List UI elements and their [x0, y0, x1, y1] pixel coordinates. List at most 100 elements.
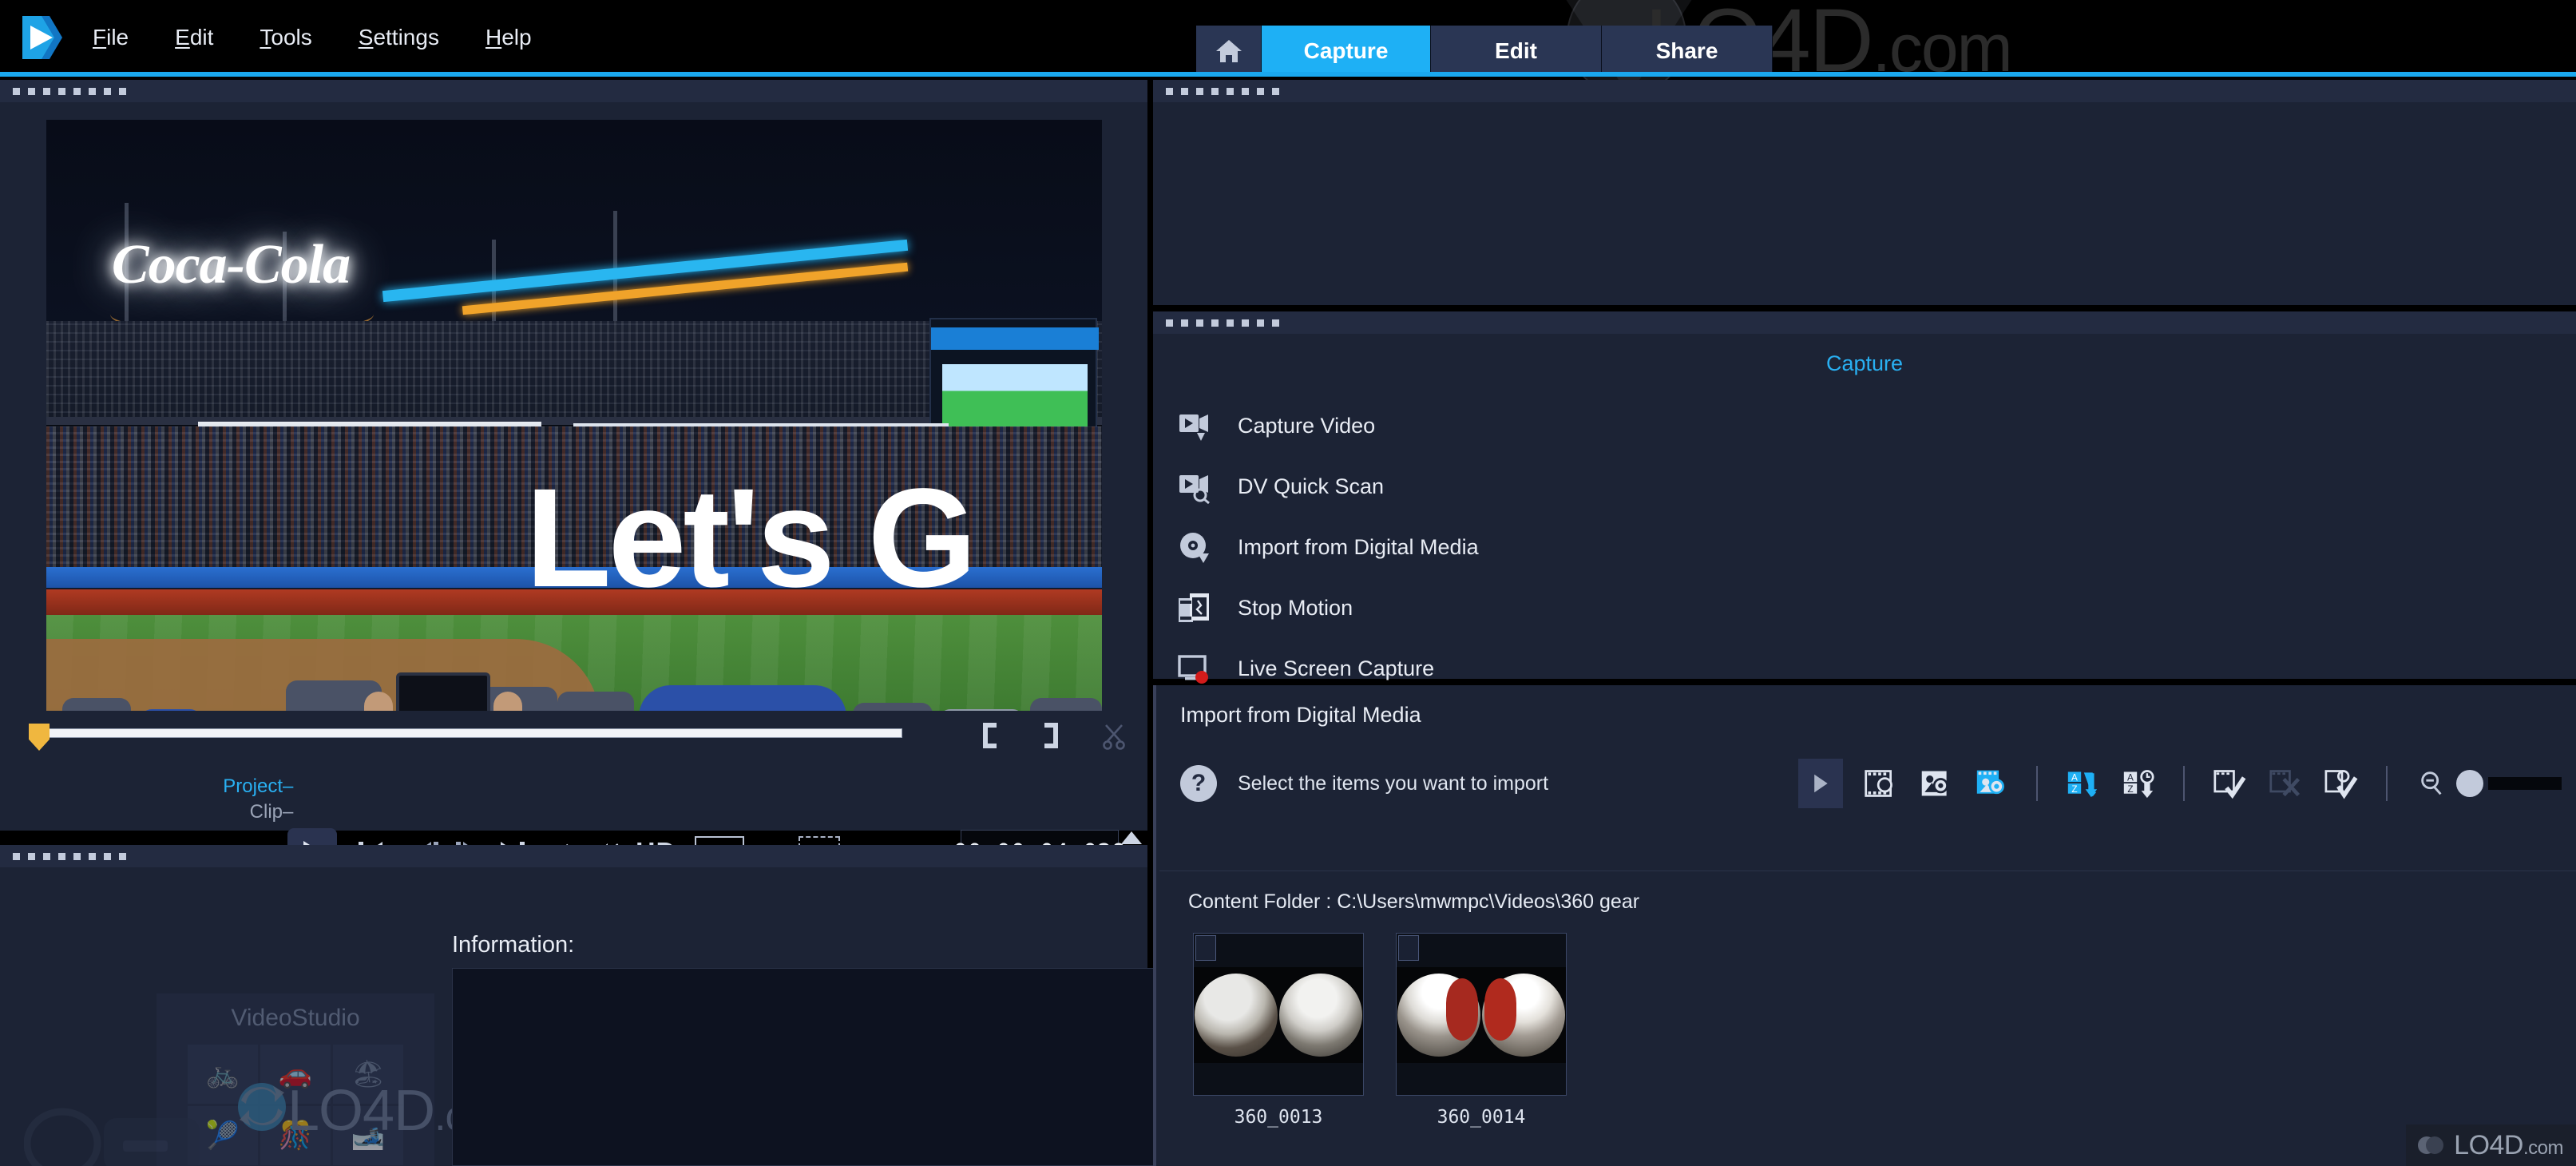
preview-scrubber[interactable]	[18, 723, 1187, 751]
library-preview-grip[interactable]	[1153, 80, 2576, 102]
menu-item-settings-rest: ettings	[373, 25, 439, 50]
thumbnail-360-0013[interactable]	[1193, 933, 1364, 1096]
thumbnail-360-0014[interactable]	[1396, 933, 1567, 1096]
playback-mode-clip[interactable]: Clip–	[250, 799, 294, 825]
fisheye-right	[1278, 967, 1363, 1063]
project-dash: –	[283, 775, 294, 797]
menu-item-tools[interactable]: Tools	[255, 23, 316, 52]
filter-videos-button[interactable]	[1861, 766, 1899, 801]
tab-edit[interactable]: Edit	[1431, 26, 1602, 77]
fan-silhouette	[62, 698, 131, 711]
zoom-slider[interactable]	[2413, 766, 2562, 801]
capture-option-stop-motion[interactable]: Stop Motion	[1153, 577, 2576, 638]
playback-mode-project-label: Project	[223, 775, 283, 797]
videostudio-logo-icon[interactable]	[18, 13, 67, 62]
stop-motion-icon	[1177, 590, 1212, 625]
scoreboard-banner	[931, 327, 1099, 350]
menu-item-file-rest: ile	[106, 25, 129, 50]
capture-option-dv-quick-scan[interactable]: DV Quick Scan	[1153, 456, 2576, 517]
import-digital-media-icon	[1177, 529, 1212, 565]
photo-filter-icon	[1921, 771, 1948, 796]
fan-silhouette	[557, 692, 634, 711]
thumbnail-image	[1397, 967, 1566, 1063]
tab-capture[interactable]: Capture	[1262, 26, 1431, 77]
import-panel-title: Import from Digital Media	[1180, 703, 1421, 727]
menu-bar: File Edit Tools Settings Help	[88, 22, 537, 54]
sort-az-date-icon: A Z	[2123, 770, 2154, 799]
select-all-icon	[2213, 770, 2246, 799]
play-icon	[1814, 774, 1828, 793]
zoom-out-icon[interactable]	[2413, 766, 2451, 801]
import-from-digital-media-panel: Import from Digital Media ? Select the i…	[1153, 685, 2576, 1166]
fan-silhouette	[141, 709, 201, 711]
sort-by-date-button[interactable]: A Z	[2119, 766, 2158, 801]
svg-text:A: A	[2071, 771, 2078, 783]
toolbar-separator	[2036, 766, 2038, 801]
information-panel-grip[interactable]	[0, 845, 1147, 867]
capture-option-label: Stop Motion	[1238, 595, 1353, 620]
playback-mode-selector[interactable]: Project– Clip–	[206, 768, 294, 831]
menu-item-edit[interactable]: Edit	[170, 23, 218, 52]
content-folder-label: Content Folder : C:\Users\mwmpc\Videos\3…	[1188, 890, 1640, 913]
video-filter-icon	[1865, 770, 1892, 797]
scoreboard	[929, 318, 1099, 438]
home-icon	[1215, 38, 1243, 65]
fisheye-left	[1397, 967, 1481, 1063]
information-value-box[interactable]	[452, 968, 1159, 1166]
play-preview-button[interactable]	[1798, 759, 1843, 808]
stepper-up-icon[interactable]	[1121, 831, 1142, 844]
sort-by-name-button[interactable]: A Z	[2063, 766, 2102, 801]
capture-option-capture-video[interactable]: Capture Video	[1153, 395, 2576, 456]
capture-option-import-digital-media[interactable]: Import from Digital Media	[1153, 517, 2576, 577]
menu-item-settings[interactable]: Settings	[354, 23, 444, 52]
invert-selection-icon	[2324, 770, 2358, 799]
scrubber-track[interactable]	[30, 728, 902, 738]
clip-dash: –	[283, 801, 294, 823]
application-window: LO4D.com File Edit Tools Settings Help	[0, 0, 2576, 1166]
thumbnail-caption: 360_0013	[1234, 1107, 1323, 1128]
split-clip-icon[interactable]	[1100, 720, 1127, 751]
capture-option-label: Live Screen Capture	[1238, 656, 1435, 680]
watermark-badge-suffix: .com	[2522, 1136, 2564, 1159]
mark-out-icon[interactable]	[1038, 720, 1065, 751]
tab-edit-label: Edit	[1495, 38, 1537, 63]
menu-item-file[interactable]: File	[88, 23, 133, 52]
information-label: Information:	[452, 932, 575, 958]
fan-silhouette	[639, 685, 846, 711]
capture-options-panel: Capture Capture Video DV Quick Scan Impo…	[1153, 311, 2576, 684]
capture-options-grip[interactable]	[1153, 311, 2576, 334]
thumbnail-item[interactable]: 360_0014	[1396, 933, 1567, 1128]
tab-home[interactable]	[1196, 26, 1262, 77]
mark-in-icon[interactable]	[976, 720, 1003, 751]
playback-mode-project[interactable]: Project–	[223, 774, 294, 799]
preview-panel-grip[interactable]	[0, 80, 1147, 102]
zoom-slider-handle[interactable]	[2456, 770, 2483, 797]
menu-item-edit-rest: dit	[189, 25, 214, 50]
watermark-middle-text: LO4D	[287, 1079, 435, 1143]
accent-divider	[0, 72, 2576, 77]
thumbnail-checkbox[interactable]	[1398, 935, 1419, 961]
filter-photos-button[interactable]	[1916, 766, 1955, 801]
deselect-all-button[interactable]	[2266, 766, 2305, 801]
watermark-badge-main: LO4D	[2454, 1129, 2523, 1160]
watermark-badge-text: LO4D.com	[2454, 1130, 2563, 1161]
menu-item-help[interactable]: Help	[481, 23, 537, 52]
tab-share[interactable]: Share	[1602, 26, 1773, 77]
menu-item-tools-rest: ools	[271, 25, 312, 50]
select-all-button[interactable]	[2210, 766, 2249, 801]
thumbnail-item[interactable]: 360_0013	[1193, 933, 1364, 1128]
question-mark-icon[interactable]: ?	[1180, 765, 1217, 802]
filter-all-media-button[interactable]	[1972, 766, 2011, 801]
video-preview[interactable]: Coca-Cola PRO PLAYER HOSPITAL FOR SPECIA…	[46, 120, 1102, 711]
title-overlay-text: Let's G	[525, 460, 977, 617]
import-toolbar: ? Select the items you want to import A …	[1156, 745, 2576, 822]
scrubber-handle[interactable]	[29, 724, 50, 751]
capture-option-label: Capture Video	[1238, 413, 1376, 438]
top-bar: LO4D.com File Edit Tools Settings Help	[0, 0, 2576, 96]
playback-mode-clip-label: Clip	[249, 801, 283, 823]
preview-panel: Coca-Cola PRO PLAYER HOSPITAL FOR SPECIA…	[0, 80, 1187, 878]
invert-selection-button[interactable]	[2322, 766, 2360, 801]
zoom-slider-track[interactable]	[2488, 777, 2562, 790]
thumbnail-checkbox[interactable]	[1195, 935, 1216, 961]
watermark-badge-logo-icon	[2415, 1130, 2446, 1160]
